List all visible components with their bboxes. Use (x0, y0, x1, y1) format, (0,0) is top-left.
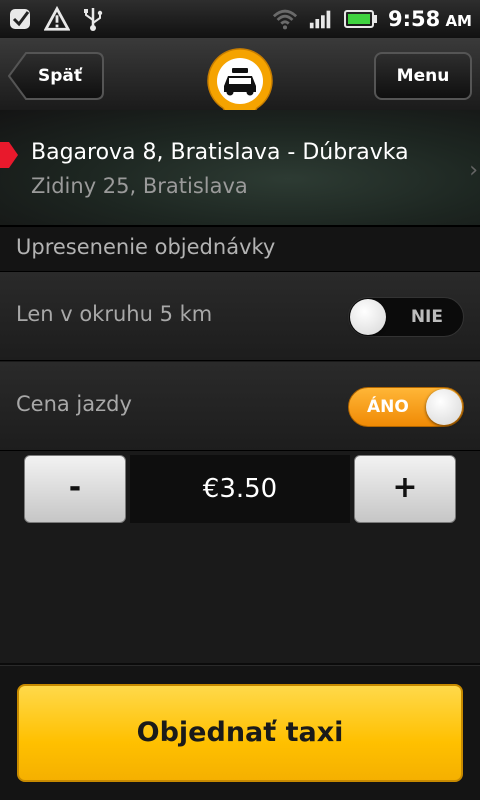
radius-toggle[interactable]: NIE (348, 297, 464, 337)
option-radius-label: Len v okruhu 5 km (16, 302, 213, 326)
section-header: Upresenenie objednávky (0, 227, 480, 272)
usb-icon (80, 6, 106, 32)
back-button-label: Späť (38, 66, 83, 86)
menu-button-label: Menu (396, 66, 450, 86)
route-to: Zidiny 25, Bratislava (31, 174, 248, 198)
price-toggle-text: ÁNO (367, 397, 409, 417)
check-notification-icon (8, 6, 34, 32)
route-marker-icon (0, 142, 18, 168)
price-toggle[interactable]: ÁNO (348, 387, 464, 427)
warning-icon (44, 6, 70, 32)
toggle-knob (426, 389, 462, 425)
order-taxi-label: Objednať taxi (136, 717, 344, 748)
decrease-button[interactable]: - (24, 455, 126, 523)
price-value: €3.50 (130, 455, 350, 523)
route-from: Bagarova 8, Bratislava - Dúbravka (31, 140, 409, 165)
option-row-price: Cena jazdy ÁNO (0, 362, 480, 451)
battery-icon (343, 6, 378, 32)
menu-button[interactable]: Menu (374, 52, 472, 100)
wifi-icon (272, 6, 298, 32)
status-clock: 9:58 AM (388, 7, 472, 31)
order-taxi-button[interactable]: Objednať taxi (17, 684, 463, 782)
clock-time: 9:58 (387, 7, 441, 31)
signal-icon (308, 6, 334, 32)
status-bar-left (8, 6, 106, 32)
clock-ampm: AM (445, 12, 472, 30)
option-row-radius: Len v okruhu 5 km NIE (0, 272, 480, 361)
option-price-label: Cena jazdy (16, 392, 132, 416)
radius-toggle-text: NIE (410, 307, 443, 327)
section-title: Upresenenie objednávky (16, 235, 276, 259)
chevron-right-icon: › (469, 158, 478, 183)
price-stepper: - €3.50 + (24, 455, 456, 523)
app-header: Späť Menu (0, 38, 480, 134)
increase-button[interactable]: + (354, 455, 456, 523)
back-button[interactable]: Späť (8, 52, 104, 100)
status-bar: 9:58 AM (0, 0, 480, 38)
route-panel[interactable]: Bagarova 8, Bratislava - Dúbravka Zidiny… (0, 110, 480, 227)
status-bar-right: 9:58 AM (272, 6, 472, 32)
toggle-knob (350, 299, 386, 335)
